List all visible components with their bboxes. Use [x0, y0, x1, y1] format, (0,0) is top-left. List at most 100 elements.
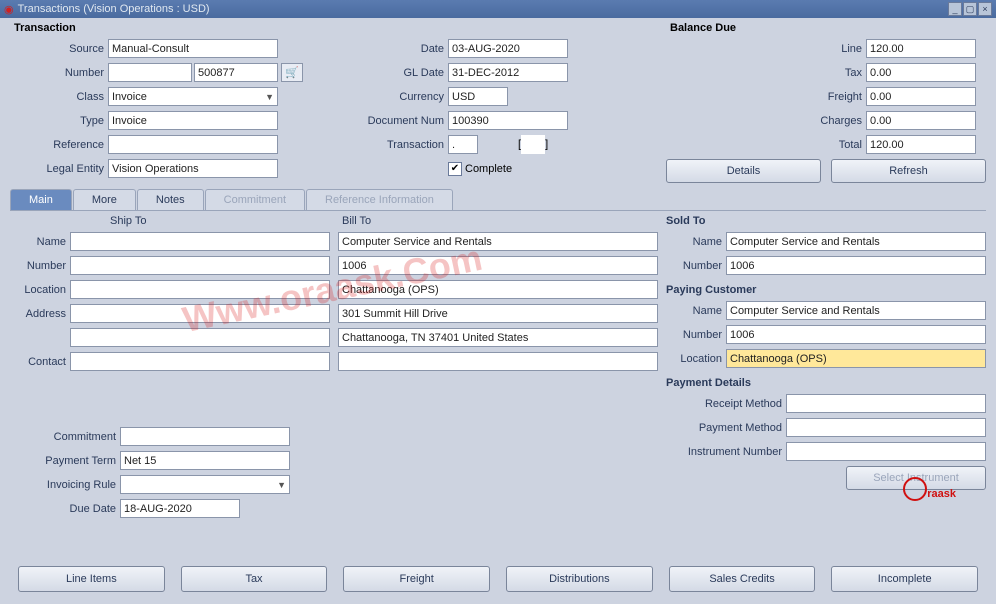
- balance-freight-field[interactable]: [866, 87, 976, 106]
- commitment-field[interactable]: [120, 427, 290, 446]
- balance-line-label: Line: [666, 43, 866, 55]
- tab-commitment[interactable]: Commitment: [205, 189, 305, 210]
- class-label: Class: [10, 91, 108, 103]
- source-field[interactable]: [108, 39, 278, 58]
- reference-label: Reference: [10, 139, 108, 151]
- due-date-label: Due Date: [14, 503, 120, 515]
- instrument-number-field[interactable]: [786, 442, 986, 461]
- doc-num-field[interactable]: [448, 111, 568, 130]
- number-prefix-field[interactable]: [108, 63, 192, 82]
- balance-charges-field[interactable]: [866, 111, 976, 130]
- balance-charges-label: Charges: [666, 115, 866, 127]
- line-items-button[interactable]: Line Items: [18, 566, 165, 592]
- chevron-down-icon: ▼: [277, 480, 286, 490]
- receipt-method-label: Receipt Method: [666, 398, 786, 410]
- paying-location-label: Location: [666, 353, 726, 365]
- commitment-label: Commitment: [14, 431, 120, 443]
- ship-address1-field[interactable]: [70, 304, 330, 323]
- class-select[interactable]: Invoice▼: [108, 87, 278, 106]
- legal-entity-field[interactable]: [108, 159, 278, 178]
- complete-label: Complete: [465, 163, 512, 175]
- window-title: Transactions (Vision Operations : USD): [18, 3, 948, 15]
- receipt-method-field[interactable]: [786, 394, 986, 413]
- balance-total-field[interactable]: [866, 135, 976, 154]
- currency-field[interactable]: [448, 87, 508, 106]
- sold-number-label: Number: [666, 260, 726, 272]
- select-instrument-button[interactable]: Select Instrument: [846, 466, 986, 490]
- paying-name-field[interactable]: [726, 301, 986, 320]
- bill-location-field[interactable]: [338, 280, 658, 299]
- paying-number-field[interactable]: [726, 325, 986, 344]
- balance-tax-label: Tax: [666, 67, 866, 79]
- gl-date-field[interactable]: [448, 63, 568, 82]
- invoicing-rule-select[interactable]: ▼: [120, 475, 290, 494]
- bill-address2-field[interactable]: [338, 328, 658, 347]
- transaction-link-label: Transaction: [338, 139, 448, 151]
- currency-label: Currency: [338, 91, 448, 103]
- balance-line-field[interactable]: [866, 39, 976, 58]
- gl-date-label: GL Date: [338, 67, 448, 79]
- minimize-button[interactable]: _: [948, 2, 962, 16]
- paying-customer-label: Paying Customer: [666, 284, 986, 296]
- distributions-button[interactable]: Distributions: [506, 566, 653, 592]
- transaction-section-label: Transaction: [14, 22, 658, 34]
- tab-notes[interactable]: Notes: [137, 189, 204, 210]
- payment-details-label: Payment Details: [666, 377, 986, 389]
- close-button[interactable]: ×: [978, 2, 992, 16]
- ship-name-label: Name: [10, 236, 70, 248]
- bill-number-field[interactable]: [338, 256, 658, 275]
- freight-button[interactable]: Freight: [343, 566, 490, 592]
- number-field[interactable]: [194, 63, 278, 82]
- source-label: Source: [10, 43, 108, 55]
- payment-method-field[interactable]: [786, 418, 986, 437]
- bill-name-field[interactable]: [338, 232, 658, 251]
- tab-more[interactable]: More: [73, 189, 136, 210]
- balance-freight-label: Freight: [666, 91, 866, 103]
- ship-location-label: Location: [10, 284, 70, 296]
- payment-term-field[interactable]: [120, 451, 290, 470]
- incomplete-button[interactable]: Incomplete: [831, 566, 978, 592]
- type-label: Type: [10, 115, 108, 127]
- reference-field[interactable]: [108, 135, 278, 154]
- sold-name-field[interactable]: [726, 232, 986, 251]
- titlebar: ◉ Transactions (Vision Operations : USD)…: [0, 0, 996, 18]
- maximize-button[interactable]: ▢: [963, 2, 977, 16]
- doc-num-label: Document Num: [338, 115, 448, 127]
- sales-credits-button[interactable]: Sales Credits: [669, 566, 816, 592]
- tab-main[interactable]: Main: [10, 189, 72, 210]
- details-button[interactable]: Details: [666, 159, 821, 183]
- ship-number-field[interactable]: [70, 256, 330, 275]
- paying-name-label: Name: [666, 305, 726, 317]
- bill-to-header: Bill To: [342, 215, 658, 227]
- oracle-icon: ◉: [4, 3, 14, 16]
- ship-contact-field[interactable]: [70, 352, 330, 371]
- tax-button[interactable]: Tax: [181, 566, 328, 592]
- paying-number-label: Number: [666, 329, 726, 341]
- sold-name-label: Name: [666, 236, 726, 248]
- balance-tax-field[interactable]: [866, 63, 976, 82]
- bill-contact-field[interactable]: [338, 352, 658, 371]
- ship-name-field[interactable]: [70, 232, 330, 251]
- date-field[interactable]: [448, 39, 568, 58]
- tab-reference-info[interactable]: Reference Information: [306, 189, 453, 210]
- balance-due-label: Balance Due: [670, 22, 986, 34]
- type-field[interactable]: [108, 111, 278, 130]
- instrument-number-label: Instrument Number: [666, 446, 786, 458]
- transaction-a-field[interactable]: [448, 135, 478, 154]
- date-label: Date: [338, 43, 448, 55]
- complete-checkbox[interactable]: ✔: [448, 162, 462, 176]
- ship-number-label: Number: [10, 260, 70, 272]
- ship-address2-field[interactable]: [70, 328, 330, 347]
- balance-total-label: Total: [666, 139, 866, 151]
- sold-number-field[interactable]: [726, 256, 986, 275]
- refresh-button[interactable]: Refresh: [831, 159, 986, 183]
- due-date-field[interactable]: [120, 499, 240, 518]
- paying-location-field[interactable]: [726, 349, 986, 368]
- bill-address1-field[interactable]: [338, 304, 658, 323]
- cart-icon[interactable]: 🛒: [281, 63, 303, 82]
- payment-method-label: Payment Method: [666, 422, 786, 434]
- ship-address-label: Address: [10, 308, 70, 320]
- chevron-down-icon: ▼: [265, 92, 274, 102]
- transaction-b-field[interactable]: [521, 135, 545, 154]
- ship-location-field[interactable]: [70, 280, 330, 299]
